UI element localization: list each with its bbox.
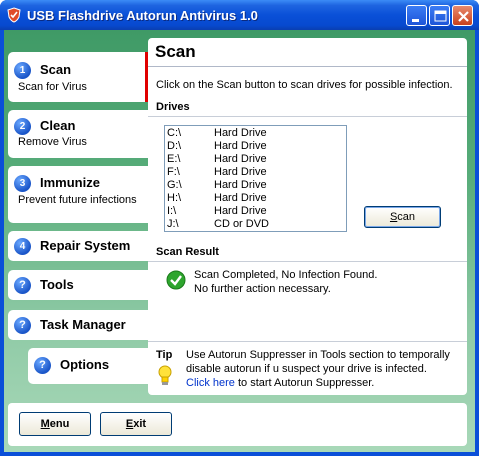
success-check-icon — [166, 270, 186, 290]
sidebar-item-label: Tools — [40, 277, 74, 292]
page-title: Scan — [155, 42, 196, 61]
window-bottom-border — [0, 452, 479, 456]
tip-text-line2: disable autorun if u suspect your drive … — [186, 363, 427, 375]
drives-heading: Drives — [156, 101, 190, 113]
sidebar-item-label: Repair System — [40, 238, 131, 253]
footer-bar: Menu Exit — [8, 403, 467, 446]
help-icon: ? — [14, 317, 31, 334]
sidebar-item-tools[interactable]: ? Tools — [8, 270, 148, 300]
tip-text-line1: Use Autorun Suppresser in Tools section … — [186, 349, 450, 361]
step-3-icon: 3 — [14, 175, 31, 192]
tip-text-line3: Click here to start Autorun Suppresser. — [186, 377, 375, 389]
scan-result-heading: Scan Result — [156, 246, 219, 258]
drives-divider — [148, 116, 467, 117]
sidebar-item-sublabel: Remove Virus — [18, 136, 87, 148]
scan-result-detail: No further action necessary. — [194, 283, 331, 295]
sidebar-item-label: Options — [60, 357, 110, 372]
sidebar-item-label: Task Manager — [40, 317, 126, 332]
title-bar[interactable]: USB Flashdrive Autorun Antivirus 1.0 — [0, 0, 479, 30]
sidebar-item-label: Immunize — [40, 175, 100, 190]
sidebar-item-label: Scan — [40, 62, 72, 77]
main-panel: Scan Click on the Scan button to scan dr… — [148, 38, 467, 395]
scan-instruction: Click on the Scan button to scan drives … — [156, 79, 453, 91]
sidebar-item-task-manager[interactable]: ? Task Manager — [8, 310, 148, 340]
minimize-button[interactable] — [406, 5, 427, 26]
help-icon: ? — [14, 277, 31, 294]
lightbulb-icon — [158, 365, 172, 385]
sidebar-item-sublabel: Prevent future infections — [18, 194, 137, 206]
step-2-icon: 2 — [14, 118, 31, 135]
app-shield-icon — [7, 7, 21, 23]
sidebar-item-repair-system[interactable]: 4 Repair System — [8, 231, 148, 261]
close-button[interactable] — [452, 5, 473, 26]
scan-result-message: Scan Completed, No Infection Found. — [194, 269, 378, 281]
step-4-icon: 4 — [14, 238, 31, 255]
sidebar-item-sublabel: Scan for Virus — [18, 81, 87, 93]
sidebar-item-clean[interactable]: 2 Clean Remove Virus — [8, 110, 148, 158]
sidebar-item-immunize[interactable]: 3 Immunize Prevent future infections — [8, 166, 148, 223]
exit-button[interactable]: Exit — [100, 412, 172, 436]
app-window: USB Flashdrive Autorun Antivirus 1.0 1 S… — [0, 0, 479, 456]
maximize-icon — [434, 10, 447, 22]
sidebar-item-label: Clean — [40, 118, 76, 133]
minimize-icon — [412, 19, 419, 22]
drive-list[interactable]: C:\ Hard Drive D:\ Hard Drive E:\ Hard Driv… — [164, 125, 347, 232]
scan-button[interactable]: Scan — [364, 206, 441, 228]
help-icon: ? — [34, 357, 51, 374]
tip-divider — [148, 341, 467, 342]
result-divider — [148, 261, 467, 262]
close-icon — [458, 11, 469, 22]
tip-label: Tip — [156, 349, 173, 361]
title-divider — [148, 66, 467, 67]
sidebar-item-options[interactable]: ? Options — [28, 348, 148, 384]
sidebar-item-scan[interactable]: 1 Scan Scan for Virus — [8, 52, 148, 102]
window-title: USB Flashdrive Autorun Antivirus 1.0 — [27, 8, 258, 23]
menu-button[interactable]: Menu — [19, 412, 91, 436]
maximize-button[interactable] — [429, 5, 450, 26]
autorun-suppresser-link[interactable]: Click here — [186, 377, 235, 389]
step-1-icon: 1 — [14, 62, 31, 79]
